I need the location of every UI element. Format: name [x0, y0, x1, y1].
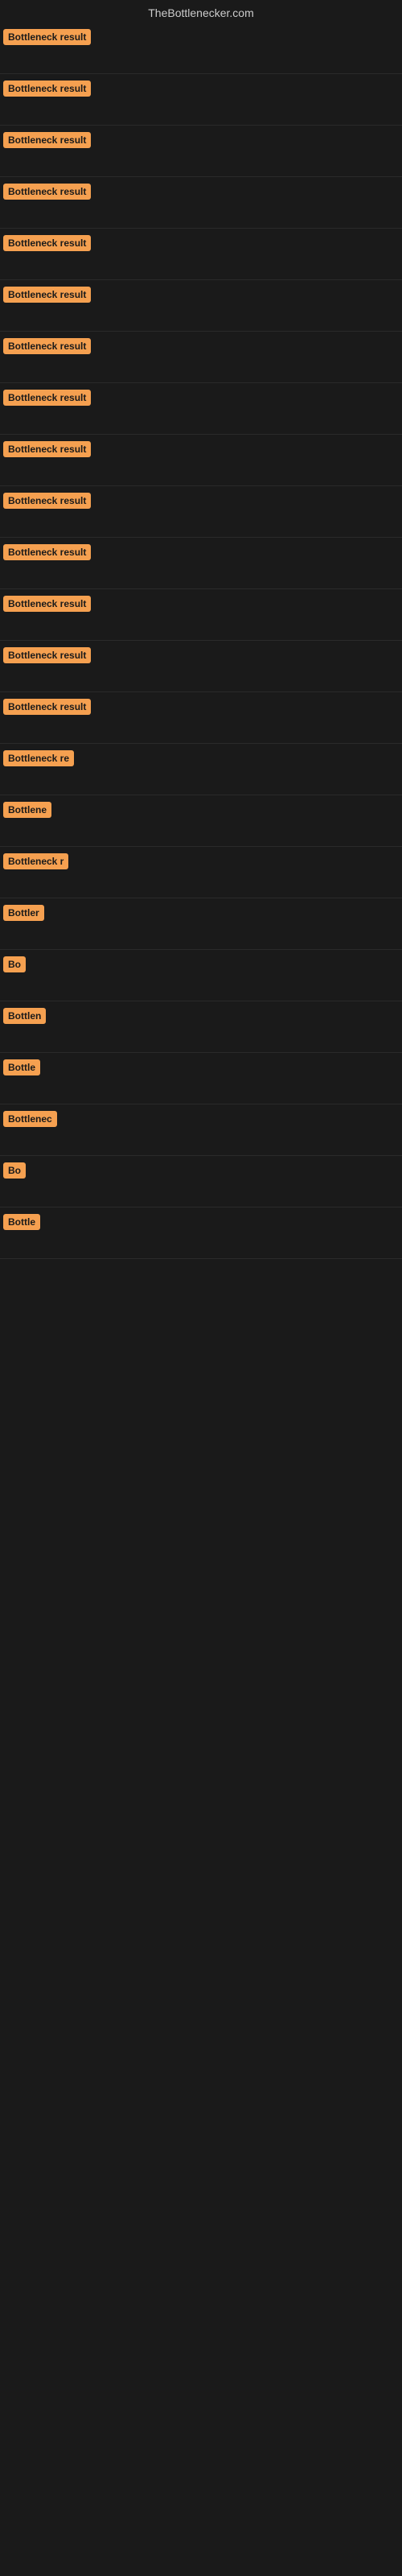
bottleneck-badge-8[interactable]: Bottleneck result	[3, 390, 91, 406]
bottleneck-badge-9[interactable]: Bottleneck result	[3, 441, 91, 457]
result-row: Bottleneck result	[0, 23, 402, 74]
result-row: Bottle	[0, 1208, 402, 1259]
bottleneck-badge-11[interactable]: Bottleneck result	[3, 544, 91, 560]
result-row: Bottleneck r	[0, 847, 402, 898]
bottleneck-badge-22[interactable]: Bottlenec	[3, 1111, 57, 1127]
result-row: Bottle	[0, 1053, 402, 1104]
bottleneck-badge-20[interactable]: Bottlen	[3, 1008, 46, 1024]
result-row: Bo	[0, 1156, 402, 1208]
bottleneck-badge-17[interactable]: Bottleneck r	[3, 853, 68, 869]
site-title: TheBottlenecker.com	[0, 0, 402, 23]
bottleneck-badge-3[interactable]: Bottleneck result	[3, 132, 91, 148]
bottleneck-badge-14[interactable]: Bottleneck result	[3, 699, 91, 715]
result-row: Bottleneck result	[0, 692, 402, 744]
bottleneck-badge-23[interactable]: Bo	[3, 1162, 26, 1179]
bottleneck-badge-7[interactable]: Bottleneck result	[3, 338, 91, 354]
result-row: Bottleneck result	[0, 177, 402, 229]
result-row: Bottleneck result	[0, 332, 402, 383]
bottleneck-badge-18[interactable]: Bottler	[3, 905, 44, 921]
bottleneck-badge-4[interactable]: Bottleneck result	[3, 184, 91, 200]
result-row: Bottleneck result	[0, 435, 402, 486]
bottleneck-badge-24[interactable]: Bottle	[3, 1214, 40, 1230]
result-row: Bottleneck result	[0, 74, 402, 126]
result-row: Bottlenec	[0, 1104, 402, 1156]
bottleneck-badge-16[interactable]: Bottlene	[3, 802, 51, 818]
bottleneck-badge-21[interactable]: Bottle	[3, 1059, 40, 1075]
result-row: Bottlen	[0, 1001, 402, 1053]
result-row: Bottleneck result	[0, 383, 402, 435]
bottleneck-badge-6[interactable]: Bottleneck result	[3, 287, 91, 303]
bottleneck-badge-5[interactable]: Bottleneck result	[3, 235, 91, 251]
bottleneck-badge-13[interactable]: Bottleneck result	[3, 647, 91, 663]
bottleneck-badge-1[interactable]: Bottleneck result	[3, 29, 91, 45]
results-container: Bottleneck result Bottleneck result Bottle…	[0, 23, 402, 1259]
bottleneck-badge-19[interactable]: Bo	[3, 956, 26, 972]
bottleneck-badge-15[interactable]: Bottleneck re	[3, 750, 74, 766]
result-row: Bottleneck result	[0, 280, 402, 332]
result-row: Bottleneck result	[0, 126, 402, 177]
bottleneck-badge-12[interactable]: Bottleneck result	[3, 596, 91, 612]
result-row: Bottleneck result	[0, 641, 402, 692]
bottleneck-badge-10[interactable]: Bottleneck result	[3, 493, 91, 509]
result-row: Bottleneck result	[0, 538, 402, 589]
result-row: Bottler	[0, 898, 402, 950]
result-row: Bottleneck re	[0, 744, 402, 795]
result-row: Bo	[0, 950, 402, 1001]
result-row: Bottleneck result	[0, 486, 402, 538]
result-row: Bottleneck result	[0, 229, 402, 280]
result-row: Bottlene	[0, 795, 402, 847]
result-row: Bottleneck result	[0, 589, 402, 641]
bottleneck-badge-2[interactable]: Bottleneck result	[3, 80, 91, 97]
